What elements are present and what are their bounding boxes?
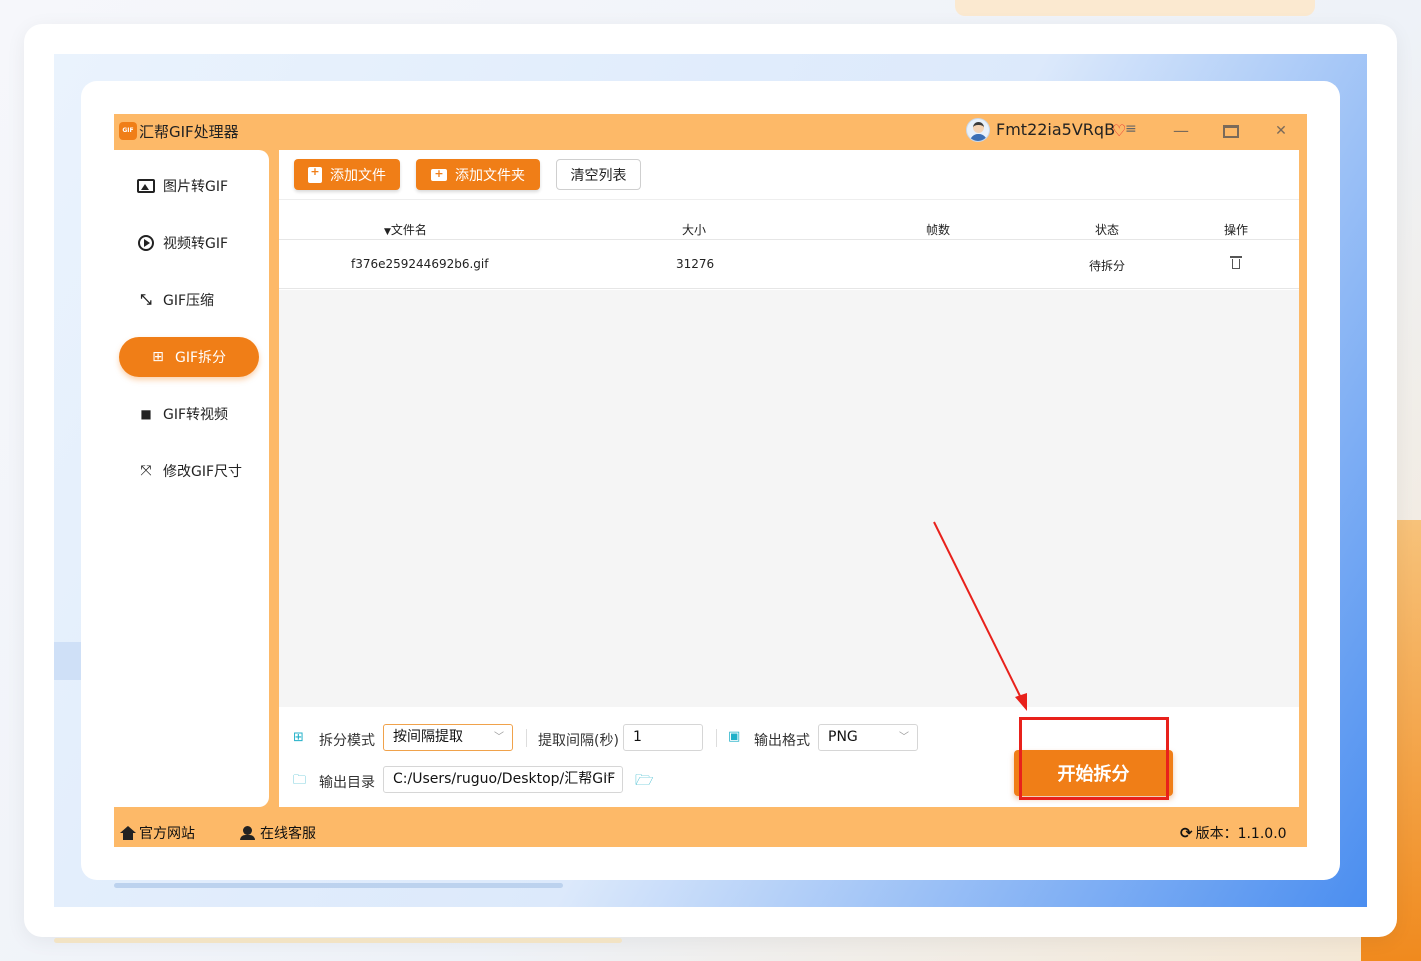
title-bar: GIF 汇帮GIF处理器 Fmt22ia5VRqB ♡ ≡ — ✕ xyxy=(114,114,1307,150)
sidebar-item-label: GIF转视频 xyxy=(163,407,229,423)
sidebar-item-label: 图片转GIF xyxy=(163,179,229,195)
app-logo-icon: GIF xyxy=(119,122,137,140)
menu-icon[interactable]: ≡ xyxy=(1125,121,1137,137)
delete-icon[interactable] xyxy=(1230,256,1242,270)
format-label: 输出格式 xyxy=(754,733,810,749)
clear-list-button[interactable]: 清空列表 xyxy=(556,159,641,190)
divider xyxy=(526,729,527,747)
official-website-label: 官方网站 xyxy=(139,826,195,842)
sidebar: 图片转GIF 视频转GIF ⤡ GIF压缩 ⊞ GIF拆分 ■ GIF转视频 ⤧… xyxy=(114,150,269,807)
decor-line-blue xyxy=(114,883,563,888)
image-icon xyxy=(135,176,157,196)
add-folder-label: 添加文件夹 xyxy=(455,167,525,184)
sidebar-item-gif-compress[interactable]: ⤡ GIF压缩 xyxy=(119,280,259,320)
chevron-down-icon: ﹀ xyxy=(494,732,504,743)
column-header-filename[interactable]: ▼文件名 xyxy=(384,221,427,238)
main-panel: 添加文件 添加文件夹 清空列表 ▼文件名 大小 帧数 状态 操作 f376e25… xyxy=(279,150,1299,807)
output-dir-select[interactable]: C:/Users/ruguo/Desktop/汇帮GIF ﹀ xyxy=(383,766,623,793)
close-button[interactable]: ✕ xyxy=(1267,118,1295,144)
column-header-frames: 帧数 xyxy=(926,223,951,237)
sidebar-item-video-to-gif[interactable]: 视频转GIF xyxy=(119,223,259,263)
split-mode-label: 拆分模式 xyxy=(319,733,375,749)
file-list-area xyxy=(279,290,1299,707)
maximize-button[interactable] xyxy=(1217,118,1245,144)
output-dir-label: 输出目录 xyxy=(319,775,375,791)
sidebar-item-image-to-gif[interactable]: 图片转GIF xyxy=(119,166,259,206)
format-value: PNG xyxy=(828,729,858,745)
resize-icon: ⤧ xyxy=(140,463,152,479)
divider xyxy=(716,729,717,747)
add-folder-icon xyxy=(431,167,447,181)
home-icon xyxy=(120,826,136,840)
column-header-status: 状态 xyxy=(1095,223,1120,237)
sidebar-item-gif-to-video[interactable]: ■ GIF转视频 xyxy=(119,394,259,434)
minimize-button[interactable]: — xyxy=(1167,118,1195,144)
split-mode-select[interactable]: 按间隔提取 ﹀ xyxy=(383,724,513,751)
interval-input[interactable]: 1 xyxy=(623,724,703,751)
grid-icon: ⊞ xyxy=(152,349,164,365)
grid-icon: ⊞ xyxy=(293,730,304,745)
sidebar-item-gif-split[interactable]: ⊞ GIF拆分 xyxy=(119,337,259,377)
file-name: f376e259244692b6.gif xyxy=(351,257,489,271)
add-file-label: 添加文件 xyxy=(330,167,386,184)
chevron-down-icon: ﹀ xyxy=(899,732,909,743)
sidebar-item-label: 修改GIF尺寸 xyxy=(163,464,243,480)
table-row[interactable]: f376e259244692b6.gif 31276 待拆分 xyxy=(279,240,1299,289)
chevron-down-icon: ﹀ xyxy=(604,774,614,785)
official-website-link[interactable]: 官方网站 xyxy=(120,823,195,843)
split-mode-value: 按间隔提取 xyxy=(393,729,463,745)
sidebar-item-label: GIF拆分 xyxy=(175,350,227,366)
interval-value: 1 xyxy=(633,729,642,745)
avatar[interactable] xyxy=(966,118,990,142)
table-header: ▼文件名 大小 帧数 状态 操作 xyxy=(279,218,1299,240)
version-info[interactable]: ⟳ 版本：1.1.0.0 xyxy=(1180,823,1287,843)
add-folder-button[interactable]: 添加文件夹 xyxy=(416,159,540,190)
highlight-box xyxy=(1019,717,1169,800)
sidebar-item-label: 视频转GIF xyxy=(163,236,229,252)
column-header-action: 操作 xyxy=(1224,223,1249,237)
blue-side-bar xyxy=(54,642,82,680)
sidebar-item-resize-gif[interactable]: ⤧ 修改GIF尺寸 xyxy=(119,451,259,491)
compress-icon: ⤡ xyxy=(140,292,152,308)
video-icon: ■ xyxy=(140,407,152,421)
online-support-link[interactable]: 在线客服 xyxy=(240,823,316,843)
interval-label: 提取间隔(秒) xyxy=(538,733,619,749)
folder-icon: 🗀 xyxy=(293,773,307,788)
decor-line-yellow xyxy=(54,938,622,943)
user-name[interactable]: Fmt22ia5VRqB xyxy=(996,120,1115,139)
app-title: 汇帮GIF处理器 xyxy=(139,123,239,141)
sidebar-item-label: GIF压缩 xyxy=(163,293,215,309)
output-dir-value: C:/Users/ruguo/Desktop/汇帮GIF xyxy=(393,771,616,787)
status-bar: 官方网站 在线客服 ⟳ 版本：1.1.0.0 xyxy=(114,817,1307,847)
file-size: 31276 xyxy=(676,257,715,271)
play-icon xyxy=(135,233,157,253)
customer-service-icon xyxy=(240,826,255,840)
background-top-strip xyxy=(955,0,1315,16)
add-file-icon xyxy=(308,165,322,183)
image-icon: ▣ xyxy=(728,729,741,744)
format-select[interactable]: PNG ﹀ xyxy=(818,724,918,751)
open-folder-icon[interactable]: 🗁 xyxy=(635,770,654,795)
file-status: 待拆分 xyxy=(1089,259,1126,273)
add-file-button[interactable]: 添加文件 xyxy=(294,159,400,190)
toolbar: 添加文件 添加文件夹 清空列表 xyxy=(279,150,1299,200)
refresh-icon: ⟳ xyxy=(1180,824,1193,842)
online-support-label: 在线客服 xyxy=(260,826,316,842)
version-label: 版本：1.1.0.0 xyxy=(1195,826,1287,842)
column-header-size: 大小 xyxy=(682,223,707,237)
